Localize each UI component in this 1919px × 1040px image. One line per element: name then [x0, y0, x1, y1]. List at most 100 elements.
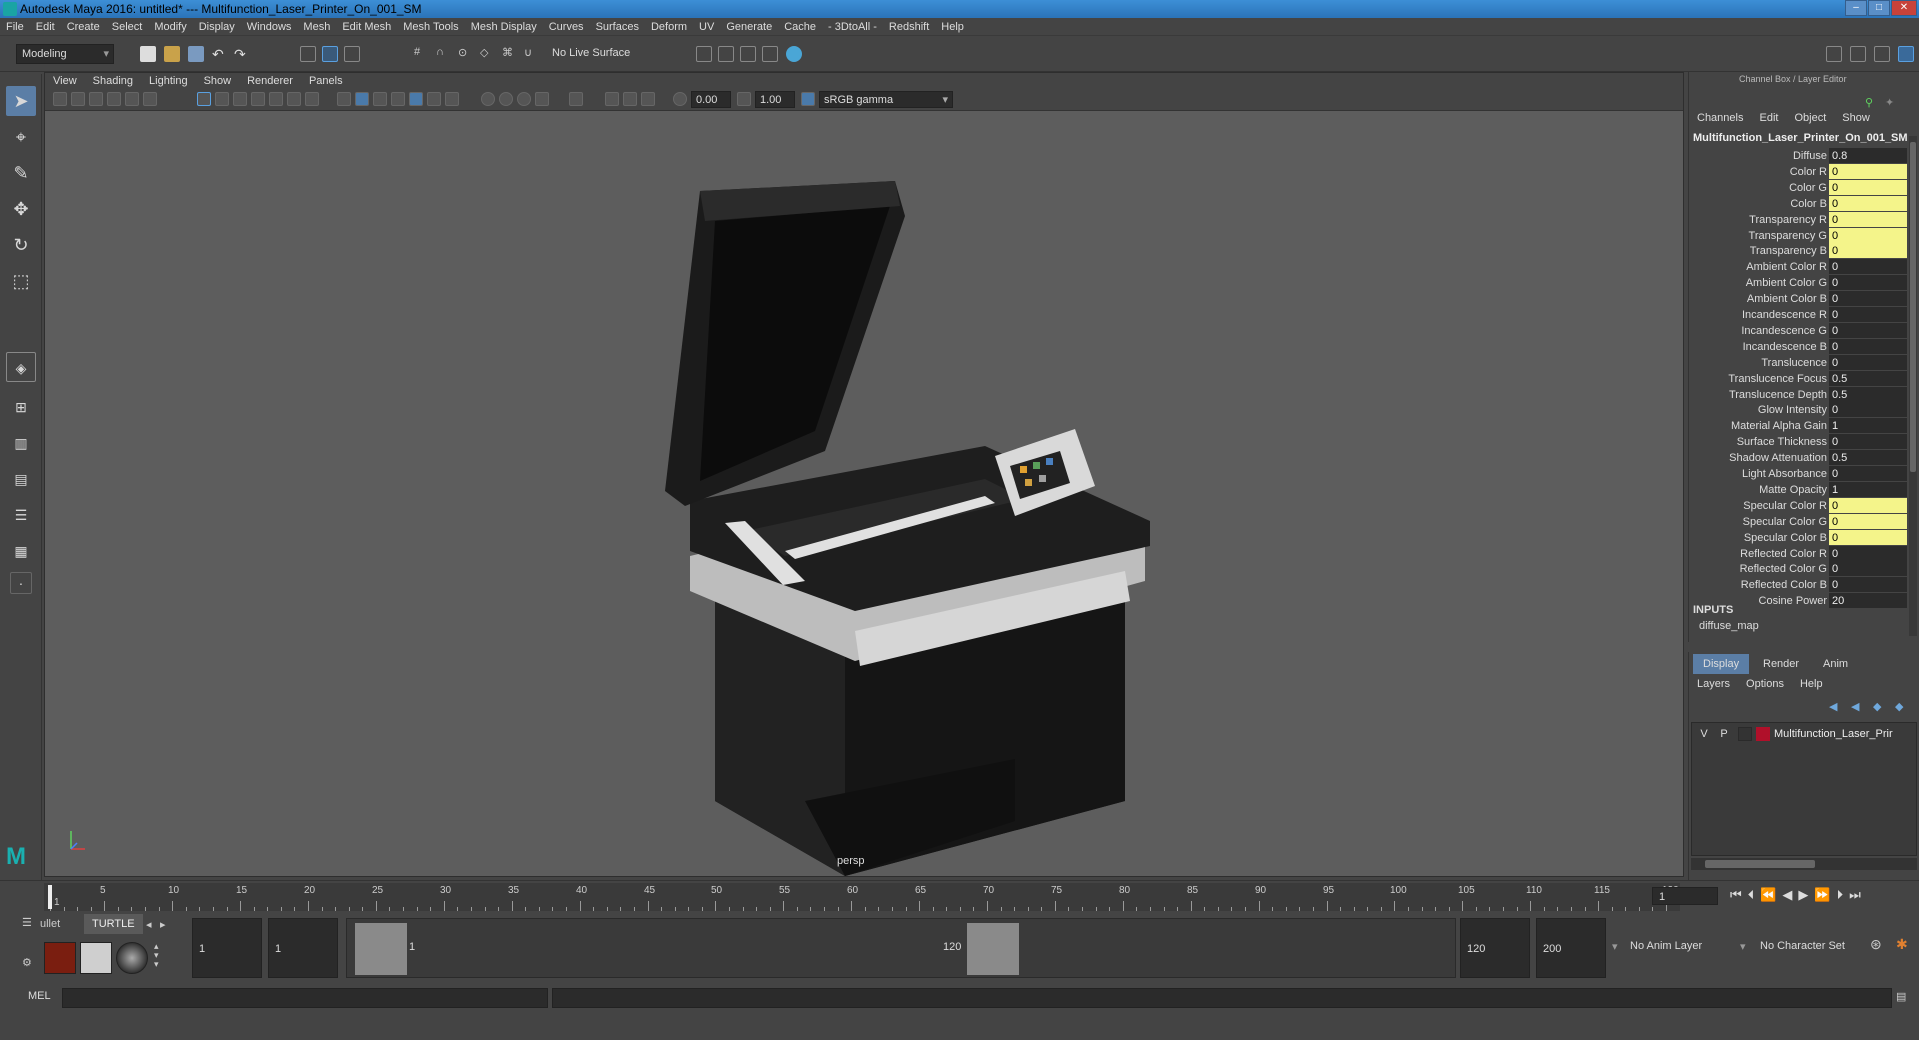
range-start-handle[interactable]: [355, 923, 407, 975]
viewport-menu-renderer[interactable]: Renderer: [239, 73, 301, 89]
attribute-label[interactable]: Color G: [1789, 180, 1827, 196]
attribute-value[interactable]: 0: [1829, 561, 1907, 577]
ambient-occlusion-icon[interactable]: [445, 92, 459, 106]
menu-create[interactable]: Create: [61, 18, 106, 36]
xray-joints-icon[interactable]: [623, 92, 637, 106]
camera-select-icon[interactable]: [53, 92, 67, 106]
minimize-button[interactable]: –: [1845, 0, 1867, 16]
animation-prefs-icon[interactable]: ✱: [1896, 936, 1908, 953]
attribute-value[interactable]: 0: [1829, 354, 1907, 370]
rotate-tool-icon[interactable]: ↻: [6, 230, 36, 260]
object-name[interactable]: Multifunction_Laser_Printer_On_001_SM: [1693, 132, 1913, 144]
playback-controls[interactable]: ⏮⏴⏪◀▶⏩⏵⏭: [1730, 887, 1867, 903]
input-node[interactable]: diffuse_map: [1699, 620, 1759, 632]
attribute-row[interactable]: Transparency B0: [1689, 243, 1907, 259]
smooth-shade-icon[interactable]: [355, 92, 369, 106]
go-to-end-icon[interactable]: ⏭: [1849, 887, 1867, 902]
wireframe-icon[interactable]: [337, 92, 351, 106]
attribute-row[interactable]: Color R0: [1689, 163, 1907, 180]
character-set-dropdown[interactable]: No Character Set: [1760, 940, 1845, 952]
save-scene-icon[interactable]: [188, 46, 204, 62]
viewport-menu-panels[interactable]: Panels: [301, 73, 351, 89]
step-forward-icon[interactable]: ⏵: [1837, 887, 1850, 902]
select-object-icon[interactable]: [322, 46, 338, 62]
layer-row[interactable]: V P Multifunction_Laser_Prir: [1694, 725, 1914, 743]
shelf-tab-scroll-right-icon[interactable]: ▸: [160, 918, 166, 931]
film-gate-icon[interactable]: [215, 92, 229, 106]
play-forwards-icon[interactable]: ▶: [1798, 887, 1814, 902]
attribute-row[interactable]: Incandescence B0: [1689, 338, 1907, 355]
attribute-row[interactable]: Incandescence G0: [1689, 322, 1907, 339]
attribute-label[interactable]: Reflected Color G: [1740, 561, 1827, 577]
attribute-value[interactable]: 0: [1829, 195, 1907, 211]
attribute-label[interactable]: Reflected Color B: [1741, 577, 1827, 593]
attribute-row[interactable]: Material Alpha Gain 1: [1689, 418, 1907, 434]
current-time-indicator[interactable]: [48, 885, 52, 909]
attribute-value[interactable]: 0.8: [1829, 148, 1907, 163]
attribute-row[interactable]: Specular Color B0: [1689, 529, 1907, 546]
exposure-field[interactable]: 0.00: [691, 91, 731, 108]
shelf-sphere-icon[interactable]: [116, 942, 148, 974]
tab-render[interactable]: Render: [1753, 654, 1809, 674]
menu-deform[interactable]: Deform: [645, 18, 693, 36]
attribute-label[interactable]: Incandescence G: [1741, 323, 1827, 339]
close-button[interactable]: ✕: [1891, 0, 1917, 16]
attribute-value[interactable]: 0: [1829, 259, 1907, 275]
attribute-row[interactable]: Reflected Color G0: [1689, 561, 1907, 577]
animation-end-field[interactable]: 200: [1536, 918, 1606, 978]
use-all-lights-icon[interactable]: [409, 92, 423, 106]
go-to-start-icon[interactable]: ⏮: [1730, 887, 1748, 902]
snap-curve-icon[interactable]: ∩: [436, 46, 452, 62]
menu-channels[interactable]: Channels: [1689, 112, 1751, 124]
tab-anim[interactable]: Anim: [1813, 654, 1858, 674]
move-layer-down-icon[interactable]: ◀: [1851, 700, 1859, 713]
attribute-value[interactable]: 1: [1829, 481, 1907, 497]
attribute-value[interactable]: 0: [1829, 402, 1907, 418]
attribute-row[interactable]: Surface Thickness 0: [1689, 434, 1907, 450]
view-transform-dropdown[interactable]: sRGB gamma ▾: [819, 91, 953, 108]
attribute-label[interactable]: Incandescence R: [1742, 307, 1827, 323]
menu-object[interactable]: Object: [1786, 112, 1834, 124]
attribute-label[interactable]: Specular Color R: [1743, 498, 1827, 514]
modeling-toolkit-icon[interactable]: [1826, 46, 1842, 62]
field-chart-icon[interactable]: [269, 92, 283, 106]
exposure-icon[interactable]: [673, 92, 687, 106]
select-tool-icon[interactable]: ➤: [6, 86, 36, 116]
attribute-label[interactable]: Diffuse: [1793, 148, 1827, 164]
viewport-panel[interactable]: View Shading Lighting Show Renderer Panels 0.…: [44, 72, 1684, 877]
attribute-value[interactable]: 0: [1829, 307, 1907, 322]
new-layer-selected-icon[interactable]: ◆: [1895, 700, 1903, 713]
hypershade-layout-icon[interactable]: ▦: [6, 536, 36, 566]
attribute-label[interactable]: Material Alpha Gain: [1731, 418, 1827, 434]
attribute-label[interactable]: Ambient Color G: [1746, 275, 1827, 291]
move-tool-icon[interactable]: ✥: [6, 194, 36, 224]
range-end-handle[interactable]: [967, 923, 1019, 975]
menu-options[interactable]: Options: [1738, 678, 1792, 690]
select-component-icon[interactable]: [344, 46, 360, 62]
current-frame-field[interactable]: 1: [1652, 887, 1718, 905]
shelf-tab-bullet[interactable]: ullet: [40, 918, 60, 930]
step-forward-key-icon[interactable]: ⏩: [1814, 887, 1836, 902]
auto-key-icon[interactable]: ⊛: [1870, 936, 1882, 953]
attribute-label[interactable]: Glow Intensity: [1758, 402, 1827, 418]
attribute-row[interactable]: Matte Opacity 1: [1689, 481, 1907, 498]
scrollbar-thumb[interactable]: [1910, 142, 1916, 472]
render-settings-icon[interactable]: [762, 46, 778, 62]
backface-culling-icon[interactable]: [641, 92, 655, 106]
viewport-menu-shading[interactable]: Shading: [85, 73, 141, 89]
attribute-row[interactable]: Reflected Color R0: [1689, 545, 1907, 562]
single-pane-layout-icon[interactable]: ◈: [6, 352, 36, 382]
attribute-editor-icon[interactable]: [1850, 46, 1866, 62]
time-slider[interactable]: 5 10 15 20 25 30 35 40 45 50 55 60 65 70 75 80 85 90 95 100…: [0, 880, 1919, 912]
attribute-label[interactable]: Specular Color B: [1744, 530, 1827, 546]
camera-attributes-icon[interactable]: [71, 92, 85, 106]
resolution-gate-icon[interactable]: [233, 92, 247, 106]
attribute-value[interactable]: 20: [1829, 593, 1907, 609]
move-layer-up-icon[interactable]: ◀: [1829, 700, 1837, 713]
lasso-tool-icon[interactable]: ⌖: [6, 122, 36, 152]
playback-end-field[interactable]: 120: [1460, 918, 1530, 978]
attribute-label[interactable]: Translucence Depth: [1729, 387, 1827, 403]
ipr-render-icon[interactable]: [740, 46, 756, 62]
attribute-row[interactable]: Reflected Color B0: [1689, 577, 1907, 593]
attribute-value[interactable]: 0.5: [1829, 370, 1907, 386]
